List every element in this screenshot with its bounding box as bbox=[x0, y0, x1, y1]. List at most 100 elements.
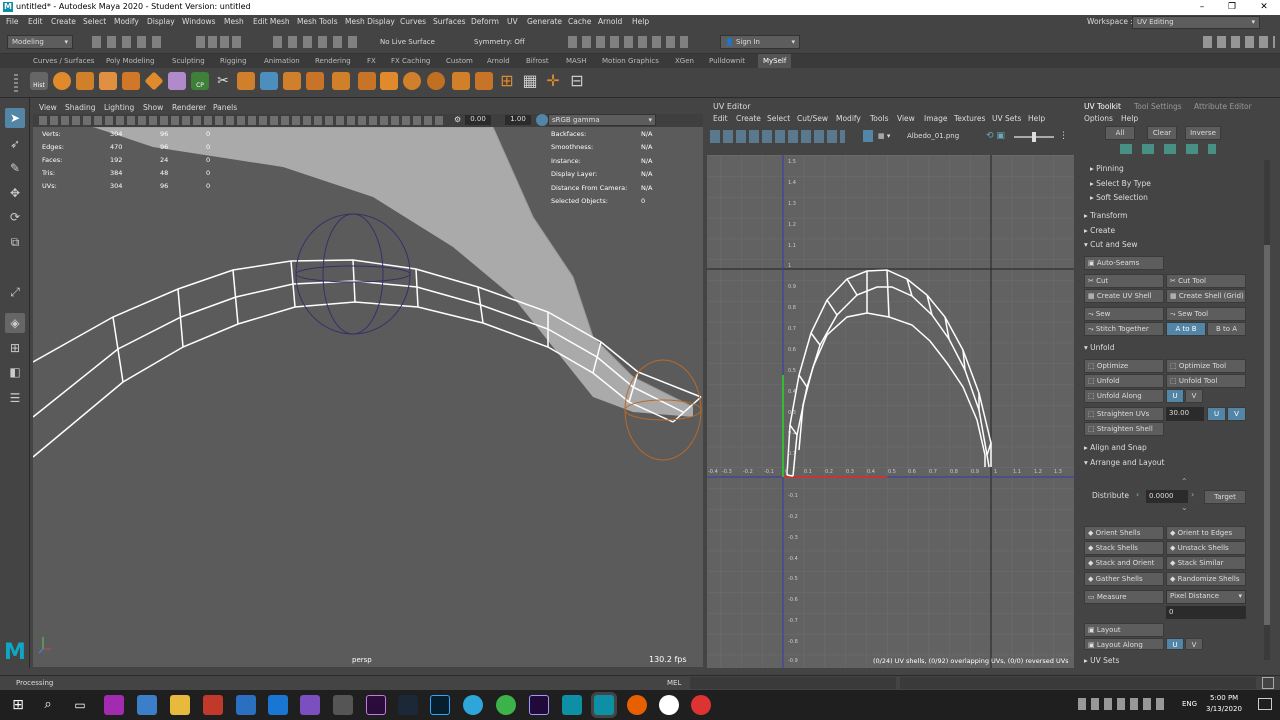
menu-curves[interactable]: Curves bbox=[400, 17, 426, 26]
straighten-shell-button[interactable]: ⬚ Straighten Shell bbox=[1084, 422, 1164, 436]
app-icon-4[interactable] bbox=[496, 695, 516, 715]
exposure-slider-handle[interactable] bbox=[1032, 132, 1036, 142]
section-unfold[interactable]: ▾ Unfold bbox=[1084, 343, 1270, 357]
uv-menu-uvsets[interactable]: UV Sets bbox=[992, 114, 1021, 123]
unfold-button[interactable]: ⬚ Unfold bbox=[1084, 374, 1164, 388]
shelf-tab-fx-caching[interactable]: FX Caching bbox=[391, 57, 430, 65]
store-icon[interactable] bbox=[137, 695, 157, 715]
vp-menu-lighting[interactable]: Lighting bbox=[104, 103, 134, 112]
shelf-tab-custom[interactable]: Custom bbox=[446, 57, 473, 65]
menu-windows[interactable]: Windows bbox=[182, 17, 215, 26]
history-icon[interactable]: Hist bbox=[30, 72, 48, 90]
sew-tool-button[interactable]: ⤳ Sew Tool bbox=[1166, 307, 1246, 321]
clock-time[interactable]: 5:00 PM bbox=[1210, 694, 1238, 702]
layout-button[interactable]: ▣ Layout bbox=[1084, 623, 1164, 637]
maya-icon-1[interactable] bbox=[562, 695, 582, 715]
measure-value-field[interactable]: 0 bbox=[1166, 606, 1246, 619]
lasso-tool-icon[interactable]: ➶ bbox=[5, 134, 25, 154]
distribute-field[interactable]: 0.0000 bbox=[1146, 490, 1188, 503]
visual-studio-icon[interactable] bbox=[300, 695, 320, 715]
stack-similar-button[interactable]: ◆ Stack Similar bbox=[1166, 556, 1246, 570]
shelf-tab-sculpting[interactable]: Sculpting bbox=[172, 57, 205, 65]
insert-loop-icon[interactable]: ⊞ bbox=[498, 72, 516, 90]
straighten-u-toggle[interactable]: U bbox=[1207, 407, 1226, 421]
script-editor-icon[interactable] bbox=[1262, 677, 1274, 689]
vp-menu-renderer[interactable]: Renderer bbox=[172, 103, 206, 112]
mel-label[interactable]: MEL bbox=[667, 679, 681, 687]
straighten-v-toggle[interactable]: V bbox=[1227, 407, 1246, 421]
close-button[interactable]: ✕ bbox=[1250, 0, 1278, 15]
boolean-icon[interactable] bbox=[358, 72, 376, 90]
unfold-tool-button[interactable]: ⬚ Unfold Tool bbox=[1166, 374, 1246, 388]
shelf-grip-icon[interactable] bbox=[14, 74, 18, 92]
itunes-icon[interactable] bbox=[659, 695, 679, 715]
ball-icon[interactable] bbox=[427, 72, 445, 90]
distribute-left-icon[interactable]: ‹ bbox=[1136, 490, 1139, 499]
menu-set-dropdown[interactable]: Modeling ▾ bbox=[7, 35, 73, 49]
grid-icon[interactable]: ▦ bbox=[521, 72, 539, 90]
gather-shells-button[interactable]: ◆ Gather Shells bbox=[1084, 572, 1164, 586]
section-align-snap[interactable]: ▸ Align and Snap bbox=[1084, 443, 1270, 457]
layout-icon[interactable]: ⊟ bbox=[568, 72, 586, 90]
vp-menu-shading[interactable]: Shading bbox=[65, 103, 95, 112]
shelf-tab-poly[interactable]: Poly Modeling bbox=[106, 57, 154, 65]
section-select-by-type[interactable]: ▸ Select By Type bbox=[1090, 179, 1276, 193]
app-icon-5[interactable] bbox=[691, 695, 711, 715]
orient-shells-button[interactable]: ◆ Orient Shells bbox=[1084, 526, 1164, 540]
menu-deform[interactable]: Deform bbox=[471, 17, 499, 26]
3d-viewport[interactable]: Verts: 304 96 0 Edges: 470 96 0 Faces: 192 24 0 T… bbox=[33, 127, 703, 667]
layout-along-button[interactable]: ▣ Layout Along bbox=[1084, 638, 1164, 650]
shelf-tab-rigging[interactable]: Rigging bbox=[220, 57, 247, 65]
uv-menu-view[interactable]: View bbox=[897, 114, 915, 123]
sphere-icon[interactable] bbox=[53, 72, 71, 90]
menu-modify[interactable]: Modify bbox=[114, 17, 139, 26]
menu-edit-mesh[interactable]: Edit Mesh bbox=[253, 17, 290, 26]
straighten-uvs-button[interactable]: ⬚ Straighten UVs bbox=[1084, 407, 1164, 421]
gamma-field[interactable]: 1.00 bbox=[505, 115, 531, 125]
file-explorer-icon[interactable] bbox=[170, 695, 190, 715]
section-uv-sets[interactable]: ▸ UV Sets bbox=[1084, 656, 1270, 670]
language-indicator[interactable]: ENG bbox=[1182, 700, 1197, 708]
maya-icon-2[interactable] bbox=[594, 695, 614, 715]
cylinder-icon[interactable] bbox=[99, 72, 117, 90]
steam-icon[interactable] bbox=[398, 695, 418, 715]
diamond-icon[interactable] bbox=[144, 71, 164, 91]
mirror-icon[interactable] bbox=[403, 72, 421, 90]
menu-display[interactable]: Display bbox=[147, 17, 175, 26]
tab-attribute-editor[interactable]: Attribute Editor bbox=[1194, 102, 1252, 111]
menu-arnold[interactable]: Arnold bbox=[598, 17, 622, 26]
smooth-icon[interactable] bbox=[380, 72, 398, 90]
bevel-icon[interactable] bbox=[260, 72, 278, 90]
section-transform[interactable]: ▸ Transform bbox=[1084, 211, 1270, 225]
toolkit-menu-help[interactable]: Help bbox=[1121, 114, 1138, 123]
tab-uv-toolkit[interactable]: UV Toolkit bbox=[1084, 102, 1121, 111]
menu-help[interactable]: Help bbox=[632, 17, 649, 26]
single-view-icon[interactable]: ◈ bbox=[5, 313, 25, 333]
rotate-tool-icon[interactable]: ⟳ bbox=[5, 207, 25, 227]
notification-icon[interactable] bbox=[1258, 698, 1272, 710]
telegram-icon[interactable] bbox=[463, 695, 483, 715]
stack-shells-button[interactable]: ◆ Stack Shells bbox=[1084, 541, 1164, 555]
maximize-button[interactable]: ❐ bbox=[1218, 0, 1246, 15]
measure-button[interactable]: ▭ Measure bbox=[1084, 590, 1164, 604]
pivot-icon[interactable]: ✛ bbox=[544, 72, 562, 90]
unfold-along-button[interactable]: ⬚ Unfold Along bbox=[1084, 389, 1164, 403]
more-options-icon[interactable]: ⋮ bbox=[1059, 131, 1068, 141]
selection-mode-icons[interactable] bbox=[196, 36, 242, 48]
image-name[interactable]: Albedo_01.png bbox=[907, 132, 959, 140]
menu-file[interactable]: File bbox=[6, 17, 19, 26]
exposure-field[interactable]: 0.00 bbox=[465, 115, 491, 125]
image-display-icon[interactable] bbox=[863, 130, 873, 142]
distribute-right-icon[interactable]: › bbox=[1191, 490, 1194, 499]
shelf-tab-rendering[interactable]: Rendering bbox=[315, 57, 351, 65]
side-by-side-icon[interactable]: ◧ bbox=[5, 362, 25, 382]
uv-menu-modify[interactable]: Modify bbox=[836, 114, 861, 123]
distribute-down-icon[interactable]: ⌄ bbox=[1181, 503, 1188, 512]
snap-icons[interactable] bbox=[273, 36, 363, 48]
uv-menu-cutsew[interactable]: Cut/Sew bbox=[797, 114, 828, 123]
inverse-button[interactable]: Inverse bbox=[1185, 126, 1221, 140]
shelf-tab-mash[interactable]: MASH bbox=[566, 57, 587, 65]
target-button[interactable]: Target bbox=[1204, 490, 1246, 504]
stack-and-orient-button[interactable]: ◆ Stack and Orient bbox=[1084, 556, 1164, 570]
colorspace-dropdown[interactable]: sRGB gamma ▾ bbox=[548, 114, 656, 126]
